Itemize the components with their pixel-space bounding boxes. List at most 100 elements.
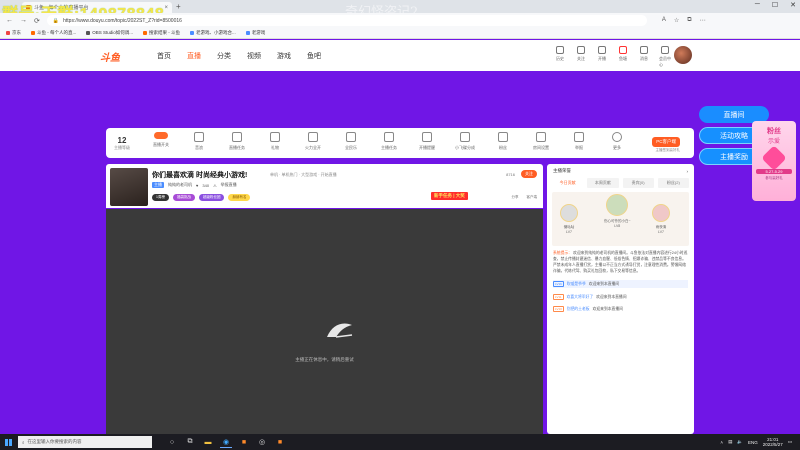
volume-icon[interactable]: 🔈: [737, 439, 743, 445]
chevron-right-icon[interactable]: ›: [687, 169, 689, 174]
taskbar-clock[interactable]: 21:01 2022/5/27: [763, 437, 783, 447]
douyu-app-icon[interactable]: ■: [238, 436, 250, 448]
stream-category[interactable]: 单机 · 单机热门 · 大型游戏 · 开始直播: [270, 172, 337, 178]
refresh-icon[interactable]: ⟳: [34, 17, 40, 25]
toolbar-item-fun[interactable]: 全民乐: [336, 132, 366, 151]
toolbar-item-fans[interactable]: 粉丝: [488, 132, 518, 151]
bookmark-item[interactable]: 搜索结果 - 斗鱼: [143, 30, 180, 36]
fans-promo-card[interactable]: 粉丝 示爱 5.27-5.29 参与赢好礼: [752, 121, 796, 201]
history-button[interactable]: 历史: [554, 46, 566, 68]
nav-home[interactable]: 首页: [157, 51, 171, 61]
yutang-button[interactable]: 鱼塘: [617, 46, 629, 68]
bookmark-item[interactable]: 老游戏、小游戏合...: [190, 30, 236, 36]
report-link[interactable]: 举报直播: [221, 182, 237, 188]
tab-week[interactable]: 本周贡献: [587, 178, 619, 188]
tab-today[interactable]: 今日贡献: [552, 178, 584, 188]
minimize-icon[interactable]: ─: [755, 1, 760, 9]
start-stream-button[interactable]: 开播: [596, 46, 608, 68]
toolbar-item-anchor-task[interactable]: 主播任务: [374, 132, 404, 151]
pc-client-button[interactable]: PC客户端: [652, 137, 680, 147]
streamer-avatar[interactable]: [110, 168, 148, 206]
video-player[interactable]: 主播正在休息中，请稍后重试: [106, 209, 543, 434]
nav-yuba[interactable]: 鱼吧: [307, 51, 321, 61]
toolbar-item-reminder[interactable]: 开播提醒: [412, 132, 442, 151]
url-input[interactable]: 🔒 https://www.douyu.com/topic/2022ST_Z?r…: [46, 15, 647, 26]
tab-fans[interactable]: 粉丝(2): [657, 178, 689, 188]
nav-live[interactable]: 直播: [187, 51, 201, 61]
weekly-rank-pill[interactable]: 1周榜: [152, 194, 169, 201]
address-bar-row: ← → ⟳ 🔒 https://www.douyu.com/topic/2022…: [0, 13, 800, 28]
obs-icon[interactable]: ◎: [256, 436, 268, 448]
collections-icon[interactable]: ⧉: [687, 17, 691, 24]
chat-username[interactable]: 吹嘘是爷爷: [567, 282, 586, 287]
new-tab-icon[interactable]: +: [176, 2, 181, 11]
rank-item[interactable]: 懒咕咕 LV7: [560, 204, 578, 234]
toolbar-item-switch[interactable]: 直播开关: [146, 132, 176, 151]
chat-username[interactable]: 别把的土老板: [567, 307, 590, 312]
bookmark-item[interactable]: 京东: [6, 30, 21, 36]
close-tab-icon[interactable]: ×: [164, 5, 168, 11]
toolbar-item-sound[interactable]: 音浪: [184, 132, 214, 151]
extensions-icon[interactable]: ⋯: [700, 17, 706, 24]
task-view-icon[interactable]: ⧉: [184, 436, 196, 448]
follow-button[interactable]: 关注: [575, 46, 587, 68]
nav-game[interactable]: 游戏: [277, 51, 291, 61]
back-icon[interactable]: ←: [6, 17, 13, 24]
toolbar-item-fire[interactable]: 火力全开: [298, 132, 328, 151]
windows-start-icon[interactable]: [0, 434, 16, 450]
rank-item[interactable]: 伤心可怜的小白~ LV8: [604, 194, 631, 228]
share-button[interactable]: 分享: [512, 195, 519, 200]
tray-chevron-icon[interactable]: ˄: [720, 440, 723, 445]
maximize-icon[interactable]: ☐: [772, 1, 778, 9]
bookmark-item[interactable]: OBS Studio如何调...: [86, 30, 133, 36]
chat-line[interactable]: LV16 吹嘘是爷爷 欢迎来到本直播间: [553, 280, 688, 288]
toolbar-item-task[interactable]: 直播任务: [222, 132, 252, 151]
vip-center-button[interactable]: 会员中心: [659, 46, 671, 68]
search-icon: ⌕: [22, 439, 25, 445]
anchor-level[interactable]: 12 主播等级: [114, 136, 130, 151]
toolbar-item-gift[interactable]: 礼物: [260, 132, 290, 151]
streamer-name[interactable]: 纯纯的老司机: [168, 182, 192, 188]
promo-date: 5.27-5.29: [756, 169, 792, 174]
fire-icon: [308, 132, 318, 142]
newbie-task-banner[interactable]: 新手任务 | 大奖: [431, 192, 468, 200]
nav-category[interactable]: 分类: [217, 51, 231, 61]
bookmark-item[interactable]: 老游戏: [245, 30, 265, 36]
address-bar-tools: A ☆ ⧉ ⋯: [662, 17, 706, 24]
follow-button[interactable]: 关注: [521, 170, 537, 178]
notification-icon[interactable]: ▭: [788, 439, 792, 445]
taskbar-search-input[interactable]: ⌕ 在这里输入你要搜索的内容: [18, 436, 152, 448]
chat-username[interactable]: 欢喜大将军好了: [567, 295, 594, 300]
toolbar-item-more[interactable]: 更多: [602, 132, 632, 151]
favorite-star-icon[interactable]: ☆: [674, 17, 679, 24]
chat-line[interactable]: LV10 别把的土老板 欢迎来到本直播间: [553, 306, 688, 312]
read-aloud-icon[interactable]: A: [662, 17, 666, 24]
toolbar-item-settings[interactable]: 房间设置: [526, 132, 556, 151]
chat-line[interactable]: LV11 欢喜大将军好了 欢迎来到本直播间: [553, 294, 688, 300]
nav-video[interactable]: 视频: [247, 51, 261, 61]
language-indicator[interactable]: ENG: [748, 440, 758, 445]
chat-text: 欢迎来到本直播间: [596, 294, 627, 299]
douyu-client-icon[interactable]: ■: [274, 436, 286, 448]
toolbar-item-ufo[interactable]: 小飞碟分成: [450, 132, 480, 151]
super-fans-pill[interactable]: 超级粉丝团: [198, 194, 225, 201]
stream-pills: 1周榜 福袋挑战 超级粉丝团 赫赫有名: [152, 194, 251, 201]
messages-button[interactable]: 消息: [638, 46, 650, 68]
tab-vip[interactable]: 贵宾(0): [622, 178, 654, 188]
bookmark-item[interactable]: 斗鱼 - 每个人的直...: [31, 30, 76, 36]
cortana-icon[interactable]: ○: [166, 436, 178, 448]
client-button[interactable]: 客户端: [527, 195, 538, 200]
honor-heading[interactable]: 主播荣誉: [553, 168, 571, 174]
famous-pill[interactable]: 赫赫有名: [228, 194, 251, 201]
forward-icon[interactable]: →: [20, 17, 27, 24]
rank-item[interactable]: 雨夜清 LV7: [652, 204, 670, 234]
close-window-icon[interactable]: ✕: [790, 1, 796, 9]
lucky-bag-pill[interactable]: 福袋挑战: [172, 194, 195, 201]
shield-icon: [346, 132, 356, 142]
edge-browser-icon[interactable]: ◉: [220, 436, 232, 448]
douyu-logo[interactable]: 斗鱼: [100, 49, 120, 64]
user-avatar[interactable]: [674, 46, 692, 64]
toolbar-item-report[interactable]: 举报: [564, 132, 594, 151]
network-icon[interactable]: ▤: [728, 439, 732, 445]
file-explorer-icon[interactable]: ▬: [202, 436, 214, 448]
